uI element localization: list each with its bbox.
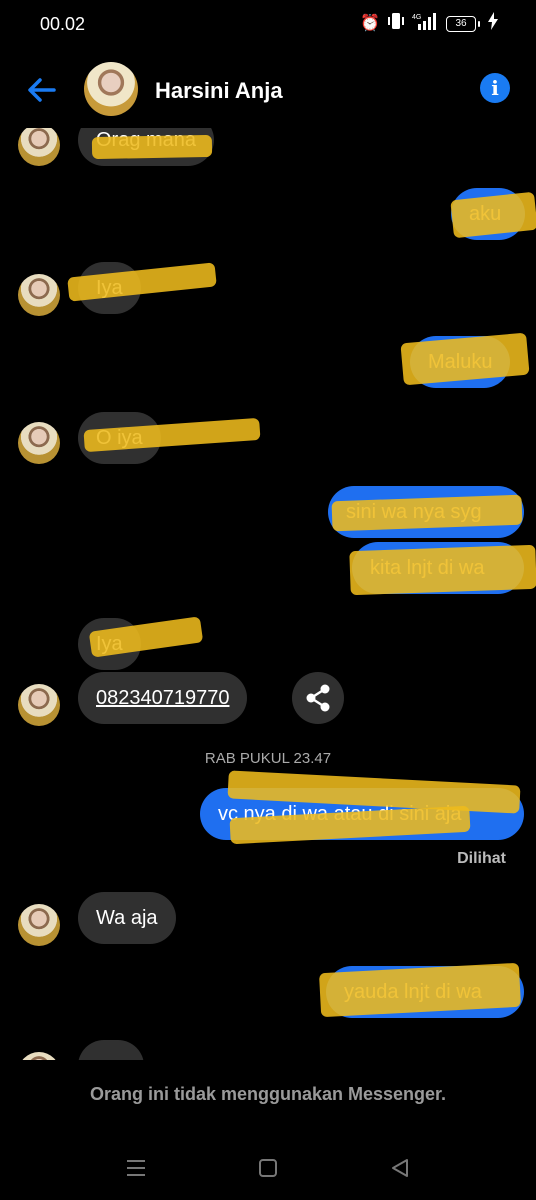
status-time: 00.02 [40, 14, 86, 34]
info-icon[interactable]: i [480, 73, 510, 103]
status-icons: ⏰ 4G 36 [360, 12, 498, 36]
menu-icon[interactable] [124, 1156, 148, 1180]
not-on-messenger-notice: Orang ini tidak menggunakan Messenger. [89, 1084, 447, 1104]
message-bubble-incoming[interactable]: Wa aja [78, 892, 176, 944]
message-bubble-outgoing[interactable]: vc nya di wa atau di sini aja [200, 788, 524, 840]
message-bubble-outgoing[interactable]: yauda lnjt di wa [326, 966, 524, 1018]
vibrate-icon [388, 12, 404, 36]
message-bubble-incoming[interactable]: O iya [78, 412, 161, 464]
network-type: 4G [412, 14, 421, 21]
message-timestamp: RAB PUKUL 23.47 [204, 750, 332, 767]
message-bubble-outgoing[interactable]: Maluku [410, 336, 511, 388]
message-bubble-incoming[interactable]: Iya [78, 262, 141, 314]
sender-avatar [18, 1052, 60, 1060]
phone-number-bubble[interactable]: 082340719770 [78, 672, 248, 724]
message-bubble-incoming[interactable]: Orag mana [78, 128, 215, 166]
back-button[interactable] [24, 72, 60, 108]
message-bubble-outgoing[interactable]: kita lnjt di wa [352, 542, 524, 594]
seen-status: Dilihat [457, 850, 506, 867]
message-list: Orag mana aku Iya Maluku O iya sini wa n… [0, 128, 536, 1060]
back-arrow-icon [28, 78, 56, 102]
message-bubble-outgoing[interactable]: aku [451, 188, 525, 240]
messenger-screen: 00.02 ⏰ 4G 36 Harsini Anja i Orag mana a… [0, 0, 536, 1200]
sender-avatar [18, 904, 60, 946]
battery-level: 36 [446, 16, 476, 32]
message-bubble-incoming[interactable]: Iya [78, 618, 141, 670]
signal-icon: 4G [412, 12, 438, 36]
conversation-header: Harsini Anja i [0, 56, 536, 126]
charging-icon [488, 12, 498, 36]
system-nav-bar [0, 1140, 536, 1200]
battery-icon: 36 [446, 16, 480, 32]
message-bubble-incoming[interactable] [78, 1040, 144, 1060]
home-icon[interactable] [256, 1156, 280, 1180]
sender-avatar [18, 684, 60, 726]
contact-avatar[interactable] [84, 62, 138, 116]
status-bar: 00.02 ⏰ 4G 36 [0, 0, 536, 48]
message-bubble-outgoing[interactable]: sini wa nya syg [328, 486, 524, 538]
sender-avatar [18, 274, 60, 316]
contact-name[interactable]: Harsini Anja [155, 78, 283, 104]
back-icon[interactable] [388, 1156, 412, 1180]
share-button[interactable] [292, 672, 344, 724]
share-icon [306, 684, 330, 712]
sender-avatar [18, 128, 60, 166]
sender-avatar [18, 422, 60, 464]
alarm-icon: ⏰ [360, 15, 380, 32]
